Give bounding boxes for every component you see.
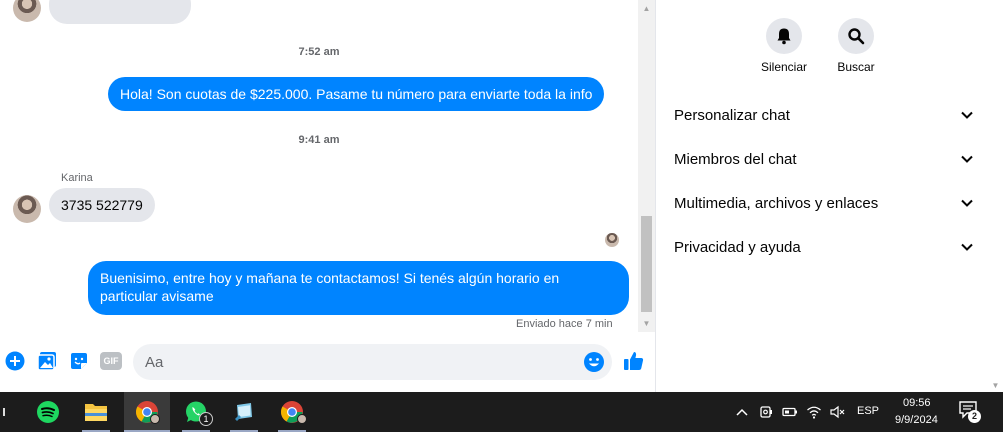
chrome-app-icon[interactable]	[272, 392, 312, 432]
chat-info-panel: Silenciar Buscar Personalizar chat Miemb…	[656, 0, 988, 392]
mute-label: Silenciar	[760, 60, 808, 74]
wifi-icon[interactable]	[806, 404, 822, 420]
section-label: Personalizar chat	[674, 106, 790, 124]
section-label: Miembros del chat	[674, 150, 797, 168]
language-indicator[interactable]: ESP	[857, 405, 879, 417]
message-bubble-incoming[interactable]: 3735 522779	[49, 188, 155, 222]
battery-icon[interactable]	[782, 404, 798, 420]
clock-date[interactable]: 9/9/2024	[895, 414, 938, 426]
notification-count-badge: 2	[968, 410, 981, 423]
message-composer: GIF	[0, 340, 655, 384]
section-chat-members[interactable]: Miembros del chat	[674, 144, 974, 174]
panel-scrollbar[interactable]: ▼	[988, 0, 1003, 392]
spotify-app-icon[interactable]	[28, 392, 68, 432]
message-bubble-outgoing[interactable]: Buenisimo, entre hoy y mañana te contact…	[88, 261, 629, 315]
profile-badge	[150, 414, 160, 424]
whatsapp-badge: 1	[199, 412, 213, 426]
message-bubble-outgoing[interactable]: Hola! Son cuotas de $225.000. Pasame tu …	[108, 77, 605, 111]
contact-avatar[interactable]	[13, 195, 41, 223]
chevron-down-icon	[961, 199, 973, 207]
section-media-files-links[interactable]: Multimedia, archivos y enlaces	[674, 188, 974, 218]
plus-circle-icon[interactable]	[4, 350, 26, 372]
section-label: Multimedia, archivos y enlaces	[674, 194, 879, 212]
chevron-down-icon	[961, 155, 973, 163]
search-icon	[838, 18, 874, 54]
section-customize-chat[interactable]: Personalizar chat	[674, 100, 974, 130]
scroll-down-arrow-icon[interactable]: ▼	[638, 315, 655, 332]
profile-badge	[297, 414, 307, 424]
chat-scrollbar[interactable]: ▲ ▼	[638, 0, 655, 332]
file-explorer-app-icon[interactable]	[76, 392, 116, 432]
taskbar-edge-marker	[3, 408, 5, 416]
emoji-icon[interactable]	[583, 351, 605, 373]
seen-avatar	[605, 233, 619, 247]
clock-time[interactable]: 09:56	[903, 397, 931, 409]
sender-name: Karina	[61, 172, 93, 184]
mute-action-button[interactable]: Silenciar	[748, 18, 820, 74]
windows-taskbar: 1 ESP 09:56 9/9/2024 2	[0, 392, 1003, 432]
chevron-down-icon	[961, 111, 973, 119]
chevron-up-icon[interactable]	[734, 404, 750, 420]
search-label: Buscar	[837, 60, 875, 74]
sticker-icon[interactable]	[68, 350, 90, 372]
message-status: Enviado hace 7 min	[516, 318, 613, 330]
timestamp-divider: 7:52 am	[298, 46, 340, 58]
contact-avatar[interactable]	[13, 0, 41, 22]
message-line: Buenisimo, entre hoy y mañana te contact…	[100, 270, 560, 286]
gif-label: GIF	[100, 352, 122, 370]
scroll-up-arrow-icon[interactable]: ▲	[638, 0, 655, 17]
message-line: particular avisame	[100, 288, 214, 304]
chrome-app-icon-active[interactable]	[124, 392, 170, 432]
whatsapp-app-icon[interactable]: 1	[176, 392, 216, 432]
thumbs-up-icon[interactable]	[622, 349, 646, 373]
screen: 7:52 am Hola! Son cuotas de $225.000. Pa…	[0, 0, 1003, 432]
message-input[interactable]	[133, 344, 612, 380]
notepad-app-icon[interactable]	[224, 392, 264, 432]
camera-privacy-icon[interactable]	[758, 404, 774, 420]
volume-muted-icon[interactable]	[829, 404, 845, 420]
bell-icon	[766, 18, 802, 54]
scroll-down-arrow-icon[interactable]: ▼	[988, 381, 1003, 390]
notification-center-button[interactable]: 2	[958, 400, 984, 424]
section-label: Privacidad y ayuda	[674, 238, 801, 256]
timestamp-divider: 9:41 am	[298, 134, 340, 146]
photo-gallery-icon[interactable]	[36, 350, 58, 372]
chat-messages-pane: 7:52 am Hola! Son cuotas de $225.000. Pa…	[0, 0, 638, 392]
scrollbar-thumb[interactable]	[641, 216, 652, 312]
search-action-button[interactable]: Buscar	[820, 18, 892, 74]
message-bubble-partial	[49, 0, 191, 24]
section-privacy-help[interactable]: Privacidad y ayuda	[674, 232, 974, 262]
chevron-down-icon	[961, 243, 973, 251]
gif-icon[interactable]: GIF	[99, 350, 123, 372]
